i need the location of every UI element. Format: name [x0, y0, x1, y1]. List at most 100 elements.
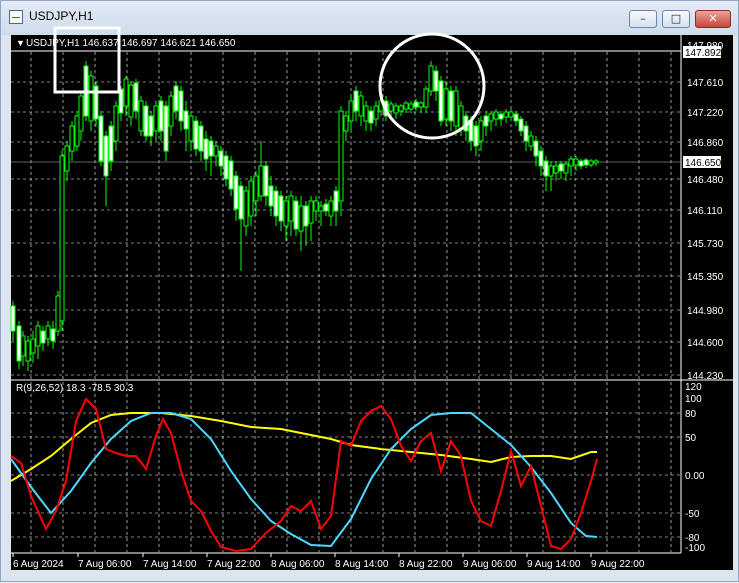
candle-body [16, 325, 22, 362]
candle-body [508, 111, 514, 118]
candle-body [443, 88, 449, 120]
candle-body [268, 185, 274, 207]
time-tick-label: 6 Aug 2024 [13, 559, 64, 570]
time-tick-label: 7 Aug 06:00 [78, 559, 132, 570]
candle-body [363, 105, 369, 122]
indicator-tick-label: -100 [685, 543, 705, 554]
candle-body [488, 113, 494, 122]
candle-body [323, 203, 329, 212]
candle-body [393, 105, 399, 114]
indicator-tick-label: 100 [685, 394, 702, 405]
candle-body [258, 165, 264, 197]
candle-body [193, 120, 199, 150]
price-tick-label: 145.350 [687, 272, 724, 283]
time-tick-label: 9 Aug 06:00 [463, 559, 517, 570]
candle-body [448, 90, 454, 122]
candle-body [168, 95, 174, 127]
candle-body [188, 115, 194, 142]
candle-body [368, 110, 374, 124]
candle-body [338, 110, 344, 202]
candle-body [55, 295, 61, 332]
candle-body [248, 180, 254, 217]
indicator-tick-label: 50 [685, 433, 697, 444]
candle-body [538, 150, 544, 167]
candle-body [88, 75, 94, 122]
candle-body [563, 163, 569, 174]
candle-body [64, 145, 70, 172]
chart-canvas[interactable]: ▼ USDJPY,H1 146.637 146.697 146.621 146.… [1, 1, 739, 583]
candle-body [593, 160, 599, 164]
candle-body [10, 305, 16, 332]
candle-body [513, 113, 519, 122]
candle-body [228, 160, 234, 190]
candle-body [213, 145, 219, 157]
candle-body [433, 70, 439, 92]
candle-body [293, 200, 299, 230]
candle-body [218, 150, 224, 167]
candle-body [498, 113, 504, 120]
candle-body [113, 105, 119, 142]
price-tick-label: 144.980 [687, 306, 724, 317]
indicator-tick-label: 120 [685, 382, 702, 393]
candle-body [45, 325, 51, 340]
candle-body [278, 195, 284, 222]
price-tick-label: 146.480 [687, 175, 724, 186]
candle-body [438, 80, 444, 122]
time-tick-label: 7 Aug 22:00 [207, 559, 261, 570]
current-price-label: 146.650 [685, 158, 722, 169]
candle-body [20, 335, 26, 357]
candle-body [373, 105, 379, 120]
candle-body [458, 105, 464, 130]
candle-body [123, 78, 129, 107]
candle-body [30, 338, 36, 354]
candle-body [50, 328, 56, 342]
candle-body [153, 105, 159, 132]
candle-body [233, 175, 239, 210]
candle-body [158, 100, 164, 132]
candle-body [40, 330, 46, 344]
chart-window: USDJPY,H1 – □ ✕ ▼ USDJPY,H1 146.637 146.… [0, 0, 739, 582]
candle-body [243, 190, 249, 227]
time-tick-label: 8 Aug 06:00 [271, 559, 325, 570]
candle-body [558, 163, 564, 172]
candle-body [413, 101, 419, 108]
time-tick-label: 8 Aug 14:00 [335, 559, 389, 570]
candle-body [298, 205, 304, 232]
candle-body [253, 175, 259, 202]
indicator-tick-label: -50 [685, 509, 700, 520]
candle-body [473, 125, 479, 147]
candle-body [568, 158, 574, 167]
candle-body [203, 138, 209, 160]
candle-body [318, 205, 324, 212]
candle-body [533, 140, 539, 157]
candle-body [133, 82, 139, 112]
candle-body [553, 165, 559, 174]
price-tick-label: 146.110 [687, 206, 723, 217]
candle-body [69, 125, 75, 152]
candle-body [148, 115, 154, 137]
candle-body [74, 115, 80, 147]
candle-body [493, 111, 499, 120]
collapse-triangle-icon[interactable]: ▼ [16, 38, 25, 48]
candle-body [103, 135, 109, 177]
candle-body [223, 155, 229, 180]
candle-body [518, 118, 524, 132]
candle-body [353, 90, 359, 112]
price-tick-label: 144.600 [687, 338, 724, 349]
upper-price-label: 147.892 [685, 48, 722, 59]
candle-body [143, 105, 149, 137]
candle-body [423, 88, 429, 108]
candle-body [328, 200, 334, 217]
candle-body [528, 135, 534, 147]
candle-body [313, 200, 319, 212]
candle-body [25, 340, 31, 362]
candle-body [238, 185, 244, 220]
candle-body [428, 65, 434, 92]
price-tick-label: 146.860 [687, 138, 724, 149]
candle-body [453, 90, 459, 127]
candle-body [138, 100, 144, 132]
candle-body [588, 160, 594, 166]
price-tick-label: 145.730 [687, 239, 724, 250]
candle-body [273, 190, 279, 217]
candle-body [108, 125, 114, 162]
